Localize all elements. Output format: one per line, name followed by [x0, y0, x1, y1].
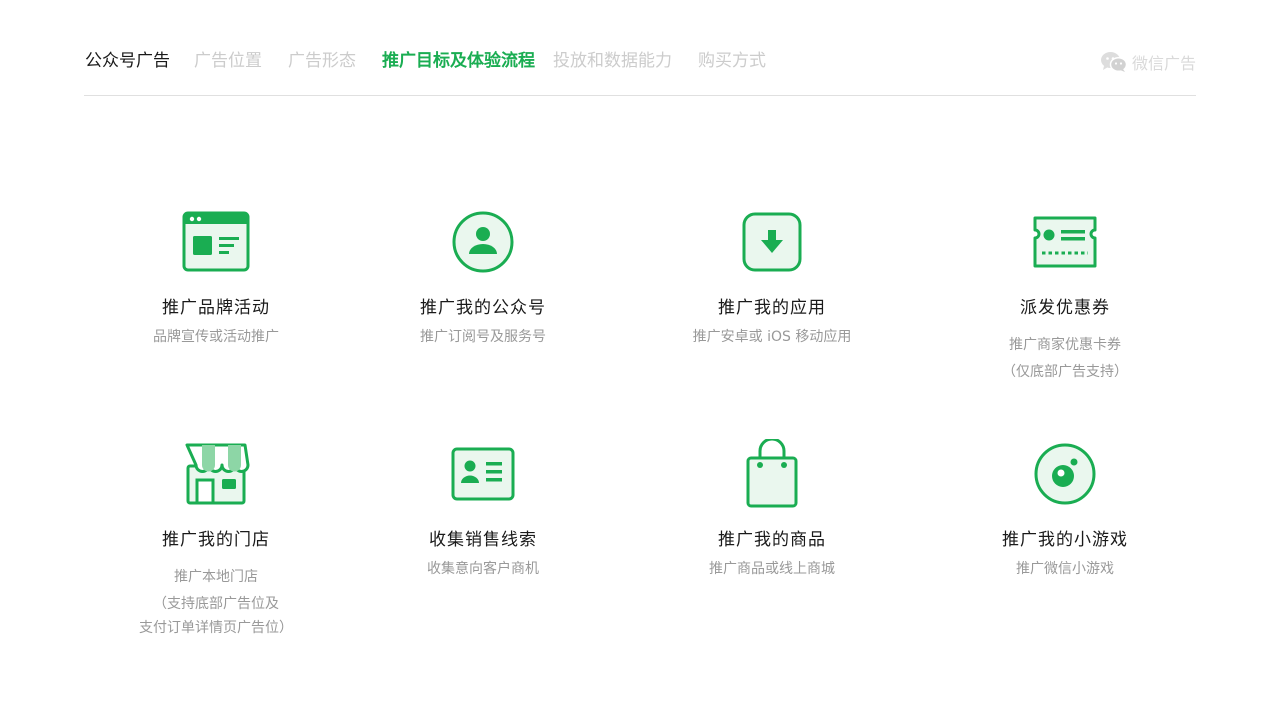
nav-item-delivery-data[interactable]: 投放和数据能力 [553, 46, 672, 71]
nav-item-ad-format[interactable]: 广告形态 [288, 46, 356, 71]
nav-item-promotion-goals[interactable]: 推广目标及体验流程 [382, 46, 535, 71]
card-desc: 推广商品或线上商城 [709, 561, 835, 577]
card-desc: 收集意向客户商机 [427, 561, 539, 577]
brand-title: 公众号广告 [85, 50, 170, 71]
card-desc: 推广本地门店 [174, 569, 258, 585]
storefront-icon [181, 439, 251, 509]
shopping-bag-icon [737, 439, 807, 509]
card-promote-products[interactable]: 推广我的商品 推广商品或线上商城 [642, 439, 902, 583]
download-app-icon [737, 207, 807, 277]
card-desc: 推广商家优惠卡券 [1009, 337, 1121, 353]
coupon-ticket-icon [1030, 207, 1100, 277]
card-title: 推广我的商品 [718, 530, 826, 550]
card-promote-official-account[interactable]: 推广我的公众号 推广订阅号及服务号 [353, 207, 613, 351]
card-desc: 推广订阅号及服务号 [420, 329, 546, 345]
contact-card-icon [448, 439, 518, 509]
nav-divider [84, 95, 1196, 96]
card-desc: 推广安卓或 iOS 移动应用 [692, 329, 852, 345]
card-title: 推广我的公众号 [420, 298, 546, 318]
card-title: 收集销售线索 [429, 530, 537, 550]
page: 公众号广告 广告位置 广告形态 推广目标及体验流程 投放和数据能力 购买方式 微… [0, 0, 1280, 720]
card-title: 推广我的应用 [718, 298, 826, 318]
card-promote-app[interactable]: 推广我的应用 推广安卓或 iOS 移动应用 [642, 207, 902, 351]
user-avatar-icon [448, 207, 518, 277]
card-title: 推广品牌活动 [162, 298, 270, 318]
wechat-ads-logo: 微信广告 [1100, 50, 1196, 74]
wechat-ads-logo-text: 微信广告 [1131, 54, 1196, 73]
card-promote-store[interactable]: 推广我的门店 推广本地门店 （支持底部广告位及 支付订单详情页广告位） [86, 439, 346, 642]
card-title: 推广我的小游戏 [1002, 530, 1128, 550]
wechat-icon [1100, 52, 1128, 73]
card-desc: 品牌宣传或活动推广 [153, 329, 279, 345]
card-distribute-coupon[interactable]: 派发优惠券 推广商家优惠卡券 （仅底部广告支持） [935, 207, 1195, 386]
mini-game-icon [1030, 439, 1100, 509]
card-title: 派发优惠券 [1020, 298, 1110, 318]
card-desc: 支付订单详情页广告位） [139, 620, 293, 636]
card-desc: （支持底部广告位及 [153, 596, 279, 612]
top-nav: 公众号广告 广告位置 广告形态 推广目标及体验流程 投放和数据能力 购买方式 [85, 44, 792, 72]
browser-icon [181, 207, 251, 277]
card-promote-mini-game[interactable]: 推广我的小游戏 推广微信小游戏 [935, 439, 1195, 583]
nav-item-ad-position[interactable]: 广告位置 [194, 46, 262, 71]
nav-item-purchase[interactable]: 购买方式 [698, 46, 766, 71]
card-desc: （仅底部广告支持） [1002, 364, 1128, 380]
card-promote-brand[interactable]: 推广品牌活动 品牌宣传或活动推广 [86, 207, 346, 351]
card-title: 推广我的门店 [162, 530, 270, 550]
card-desc: 推广微信小游戏 [1016, 561, 1114, 577]
card-collect-leads[interactable]: 收集销售线索 收集意向客户商机 [353, 439, 613, 583]
